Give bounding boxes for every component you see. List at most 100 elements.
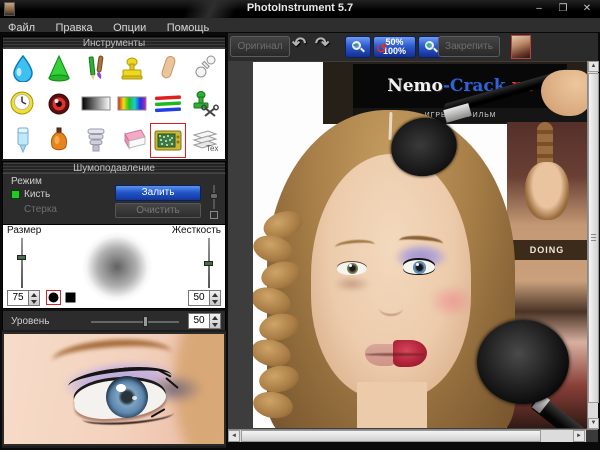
zoom-reset-button[interactable]: ↻ 50% 100%: [373, 36, 416, 58]
level-label: Уровень: [11, 316, 50, 327]
photoinstrument-window: PhotoInstrument 5.7 – ❐ ✕ Файл Правка Оп…: [0, 0, 600, 450]
mode-area: Режим Кисть Стерка Залить Очистить: [2, 174, 226, 224]
eraser-label: Стерка: [24, 204, 57, 215]
noise-section: Шумоподавление Режим Кисть Стерка Залить…: [2, 161, 226, 330]
layers-text-label: Tex: [206, 144, 218, 153]
window-controls: – ❐ ✕: [532, 3, 594, 15]
rainbow-gradient-tool-icon[interactable]: [115, 88, 149, 121]
liquify-drop-tool-icon[interactable]: [6, 52, 40, 85]
tools-header: Инструменты: [2, 36, 226, 49]
redo-icon[interactable]: ↷: [315, 34, 329, 54]
level-value[interactable]: 50: [188, 313, 210, 329]
zoom-out-button[interactable]: −: [345, 36, 371, 58]
layers-text-tool-icon[interactable]: Tex: [188, 124, 222, 157]
zoom-out-icon: −: [351, 39, 365, 54]
title-bar: PhotoInstrument 5.7 – ❐ ✕: [0, 0, 600, 18]
window-title: PhotoInstrument 5.7: [246, 2, 354, 14]
hardness-spinner-arrows[interactable]: [210, 290, 221, 306]
original-button: Оригинал: [230, 36, 290, 57]
vertical-scroll-grip: [591, 234, 596, 241]
red-eye-tool-icon[interactable]: [42, 88, 76, 121]
cone-tool-icon[interactable]: [42, 52, 76, 85]
mode-label: Режим: [11, 176, 42, 187]
watermark-text-1: Nemo: [387, 76, 443, 96]
zoom-in-handle: [432, 47, 438, 52]
level-slider-thumb[interactable]: [143, 316, 148, 327]
vertical-scroll-thumb[interactable]: [588, 73, 599, 403]
size-up-icon[interactable]: [31, 292, 37, 297]
source-thumbnail[interactable]: [511, 35, 531, 59]
right-iris: [413, 261, 426, 274]
left-panel: Инструменты Tex Шумоподавление Режим Кис…: [2, 36, 226, 448]
size-slider-thumb[interactable]: [17, 255, 26, 260]
scroll-right-icon[interactable]: ►: [573, 430, 585, 442]
square-brush-shape-button[interactable]: [64, 291, 77, 304]
clear-button: Очистить: [115, 203, 201, 218]
horizontal-scroll-thumb[interactable]: [241, 430, 541, 442]
horizontal-scrollbar[interactable]: ◄ ►: [228, 429, 598, 442]
smudge-finger-tool-icon[interactable]: [151, 52, 185, 85]
hardness-down-icon[interactable]: [212, 299, 218, 304]
noise-header: Шумоподавление: [2, 161, 226, 174]
size-slider-track: [21, 238, 23, 288]
close-button[interactable]: ✕: [580, 3, 594, 15]
collage-doing-text: DOING: [507, 240, 587, 260]
size-value[interactable]: 75: [7, 290, 29, 306]
zoom-out-sign: −: [352, 39, 358, 50]
menu-file[interactable]: Файл: [0, 21, 43, 34]
under-eye-shadow: [333, 276, 371, 292]
right-eye-glint: [416, 263, 419, 266]
collage-girl-face: [525, 162, 569, 220]
photo-canvas[interactable]: Nemo-Crack.ru СОФТ ИГРЫ ФИЛЬМ DOING: [253, 62, 587, 428]
brush-checkbox[interactable]: [11, 190, 20, 199]
brush-preview-area: Размер Жесткость 75 50: [2, 224, 226, 309]
history-clock-tool-icon[interactable]: [6, 88, 40, 121]
denoise-tv-tool-icon[interactable]: [150, 122, 187, 158]
size-slider[interactable]: [17, 238, 26, 288]
stamp-tool-icon[interactable]: [115, 52, 149, 85]
lamp-tool-icon[interactable]: [79, 124, 113, 157]
opacity-slider-thumb[interactable]: [210, 193, 218, 199]
opacity-slider[interactable]: [209, 185, 219, 219]
scroll-up-icon[interactable]: ▲: [588, 61, 599, 72]
level-row: Уровень 50: [2, 309, 226, 330]
zoom-in-icon: +: [424, 40, 438, 54]
hardness-up-icon[interactable]: [212, 292, 218, 297]
maximize-button[interactable]: ❐: [556, 3, 570, 15]
minimize-button[interactable]: –: [532, 3, 546, 15]
vertical-scrollbar[interactable]: ▲ ▼: [587, 61, 599, 429]
scroll-down-icon[interactable]: ▼: [588, 418, 599, 429]
size-down-icon[interactable]: [31, 299, 37, 304]
scroll-left-icon[interactable]: ◄: [228, 430, 240, 442]
color-levels-tool-icon[interactable]: [151, 88, 185, 121]
opacity-slider-box: [210, 211, 218, 219]
brush-label[interactable]: Кисть: [24, 189, 50, 200]
level-spinner-arrows[interactable]: [210, 313, 221, 329]
level-up-icon[interactable]: [212, 315, 218, 320]
eye-preview-image: [2, 332, 226, 446]
fill-button[interactable]: Залить: [115, 185, 201, 201]
undo-icon[interactable]: ↶: [292, 34, 306, 54]
glamour-bottle-tool-icon[interactable]: [42, 124, 76, 157]
hardness-value[interactable]: 50: [188, 290, 210, 306]
hardness-slider[interactable]: [204, 238, 213, 288]
level-down-icon[interactable]: [212, 322, 218, 327]
level-spinner: 50: [188, 313, 221, 329]
pattern-stamp-scissors-tool-icon[interactable]: [188, 88, 222, 121]
menu-edit[interactable]: Правка: [48, 21, 101, 34]
canvas-area: Nemo-Crack.ru СОФТ ИГРЫ ФИЛЬМ DOING: [228, 61, 599, 429]
eraser-tool-icon[interactable]: [115, 124, 149, 157]
level-slider[interactable]: [91, 316, 179, 327]
round-brush-shape-button[interactable]: [46, 290, 61, 305]
grayscale-gradient-tool-icon[interactable]: [79, 88, 113, 121]
pencil-brush-tool-icon[interactable]: [79, 52, 113, 85]
left-eye-glint: [349, 264, 352, 267]
menu-help[interactable]: Помощь: [159, 21, 218, 34]
menu-options[interactable]: Опции: [105, 21, 154, 34]
size-spinner-arrows[interactable]: [29, 290, 40, 306]
apply-button: Закрепить: [438, 36, 500, 57]
hardness-spinner: 50: [188, 290, 221, 306]
clone-tool-icon[interactable]: [188, 52, 222, 85]
tube-tool-icon[interactable]: [6, 124, 40, 157]
hardness-slider-thumb[interactable]: [204, 261, 213, 266]
